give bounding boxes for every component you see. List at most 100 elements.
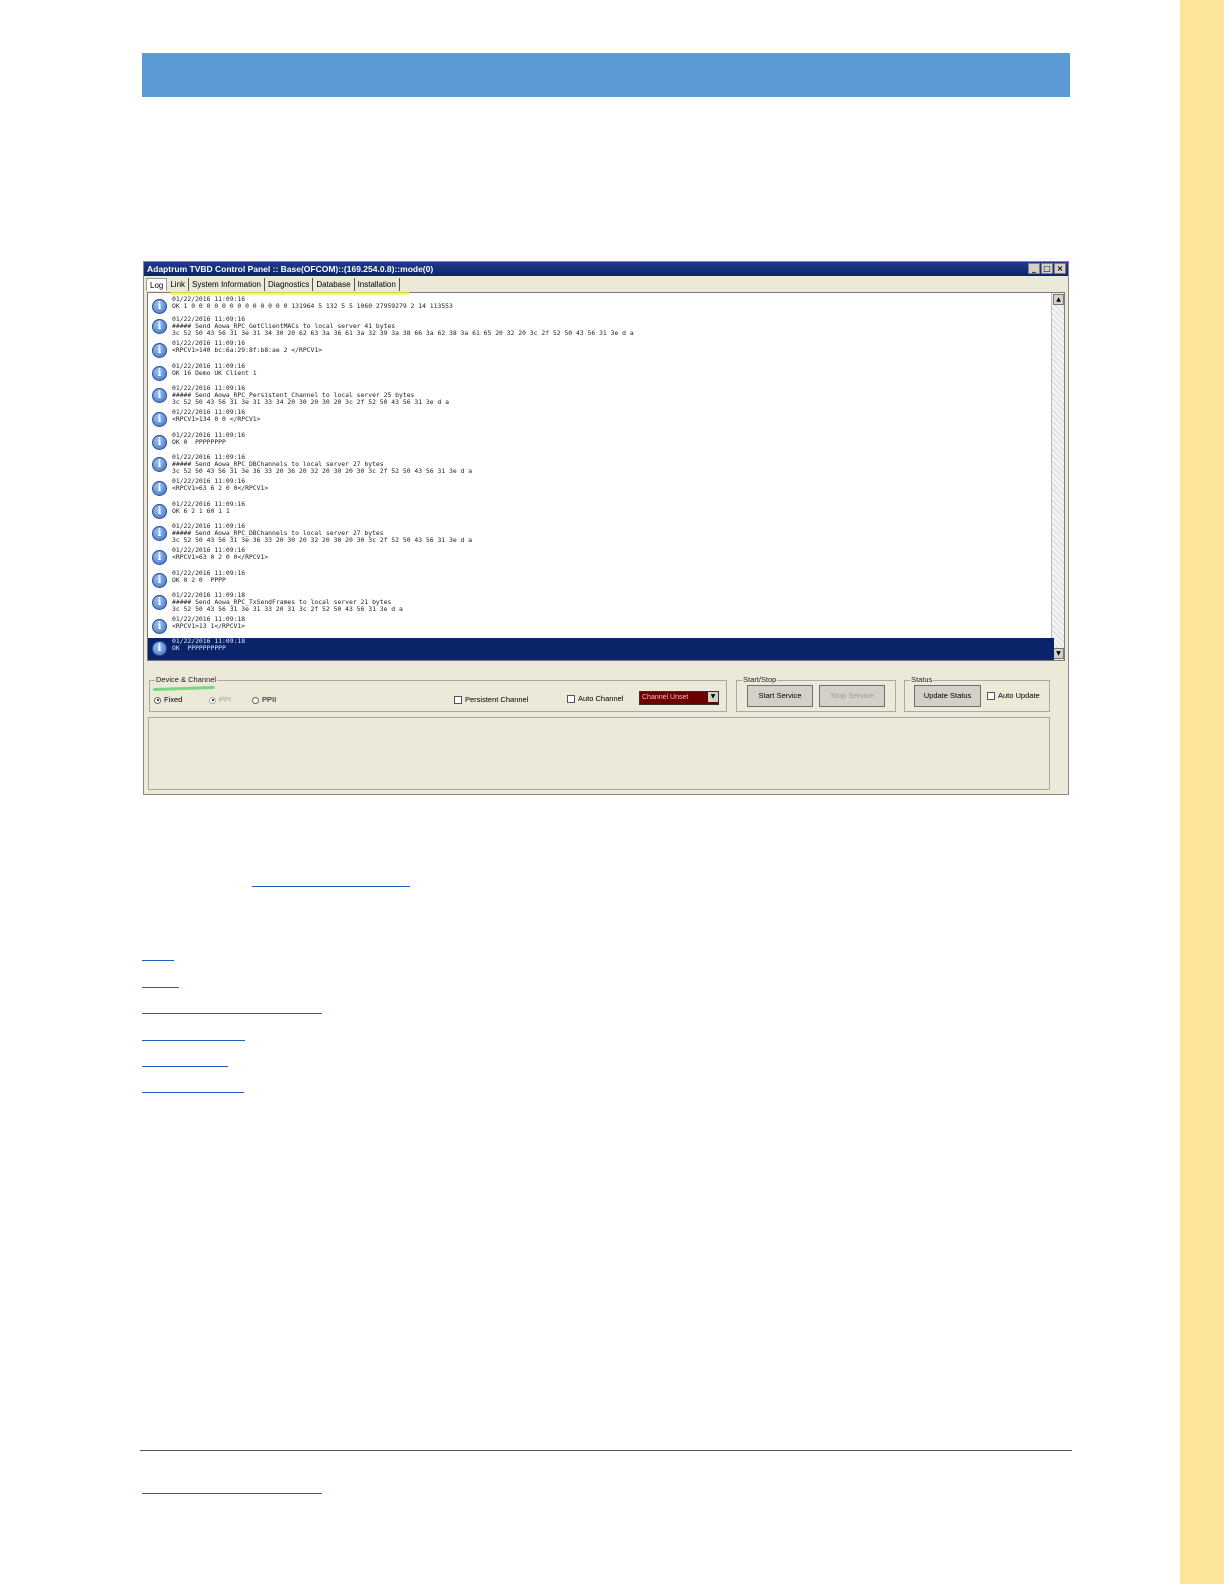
- scroll-up-icon[interactable]: ▲: [1053, 294, 1064, 305]
- tab-log[interactable]: Log: [146, 278, 168, 291]
- log-entry[interactable]: i 01/22/2016 11:09:18 OK PPPPPPPPPP: [148, 638, 1054, 660]
- log-entry-text: 01/22/2016 11:09:16 ##### Send Aowa_RPC_D…: [172, 454, 472, 475]
- info-icon: i: [152, 412, 167, 427]
- status-legend: Status: [910, 675, 934, 685]
- log-entry-text: 01/22/2016 11:09:16 <RPCV1>140 bc:6a:29:8…: [172, 340, 322, 354]
- channel-select-value: Channel Unset: [642, 694, 689, 701]
- link-underline[interactable]: [142, 1040, 245, 1041]
- log-entry[interactable]: i 01/22/2016 11:09:16 ##### Send Aowa_RPC_…: [152, 385, 1054, 407]
- radio-ppi-label: PPI: [219, 695, 232, 704]
- info-icon: i: [152, 481, 167, 496]
- start-service-button[interactable]: Start Service: [747, 685, 813, 707]
- info-icon: i: [152, 550, 167, 565]
- info-icon: i: [152, 573, 167, 588]
- log-line: 3c 52 50 43 56 31 3e 36 33 20 30 20 32 2…: [172, 536, 473, 544]
- info-icon: i: [152, 457, 167, 472]
- link-underline[interactable]: [142, 1092, 244, 1093]
- info-icon: i: [152, 504, 167, 519]
- log-entry[interactable]: i 01/22/2016 11:09:16 <RPCV1>63 0 2 0 0</R…: [152, 547, 1054, 569]
- tab-diagnostics[interactable]: Diagnostics: [265, 278, 314, 291]
- device-channel-legend: Device & Channel: [155, 675, 218, 685]
- link-underline[interactable]: [142, 1066, 228, 1067]
- chevron-down-icon[interactable]: ▼: [708, 692, 718, 702]
- log-entry[interactable]: i 01/22/2016 11:09:16 <RPCV1>63 6 2 0 0</R…: [152, 478, 1054, 500]
- auto-update-checkbox[interactable]: Auto Update: [987, 691, 1040, 701]
- log-entry[interactable]: i 01/22/2016 11:09:16 OK 6 2 1 60 1 1: [152, 501, 1054, 523]
- link-underline[interactable]: [142, 987, 179, 988]
- log-entry[interactable]: i 01/22/2016 11:09:16 OK 0 2 0 PPPP: [152, 570, 1054, 592]
- log-entry[interactable]: i 01/22/2016 11:09:16 ##### Send Aowa_RPC_…: [152, 523, 1054, 545]
- log-line: OK 16 Demo UK Client 1: [172, 369, 257, 377]
- log-line: 3c 52 50 43 56 31 3e 36 33 20 36 20 32 2…: [172, 467, 473, 475]
- radio-ppii[interactable]: PPII: [252, 695, 276, 704]
- log-line: <RPCV1>13 1</RPCV1>: [172, 622, 246, 630]
- log-entry-text: 01/22/2016 11:09:16 <RPCV1>63 6 2 0 0</RP…: [172, 478, 268, 492]
- tab-installation[interactable]: Installation: [355, 278, 400, 291]
- log-entry-text: 01/22/2016 11:09:16 ##### Send Aowa_RPC_D…: [172, 523, 472, 544]
- status-output-box: [148, 717, 1050, 790]
- update-status-button[interactable]: Update Status: [914, 685, 981, 707]
- persistent-channel-checkbox[interactable]: Persistent Channel: [454, 695, 529, 705]
- close-button[interactable]: ×: [1054, 263, 1066, 274]
- link-underline[interactable]: [252, 886, 410, 887]
- log-entry[interactable]: i 01/22/2016 11:09:16 OK 0 PPPPPPPP: [152, 432, 1054, 454]
- log-entry-text: 01/22/2016 11:09:16 <RPCV1>134 0 0 </RPCV…: [172, 409, 261, 423]
- log-entry[interactable]: i 01/22/2016 11:09:16 ##### Send Aowa_RPC_…: [152, 316, 1054, 338]
- log-line: 3c 52 50 43 56 31 3e 31 33 20 31 3c 2f 5…: [172, 605, 403, 613]
- info-icon: i: [152, 619, 167, 634]
- log-entry-text: 01/22/2016 11:09:16 OK 0 PPPPPPPP: [172, 432, 245, 446]
- radio-ppii-label: PPII: [262, 695, 277, 704]
- log-entry-text: 01/22/2016 11:09:16 OK 6 2 1 60 1 1: [172, 501, 245, 515]
- link-underline[interactable]: [142, 960, 174, 961]
- control-panel-window: Adaptrum TVBD Control Panel :: Base(OFCO…: [143, 261, 1069, 795]
- footer-link-underline[interactable]: [142, 1493, 322, 1494]
- log-entry-text: 01/22/2016 11:09:16 OK 1 0 0 0 0 0 0 0 0 …: [172, 296, 453, 310]
- log-entry-text: 01/22/2016 11:09:18 <RPCV1>13 1</RPCV1>: [172, 616, 245, 630]
- scroll-down-icon[interactable]: ▼: [1053, 648, 1064, 659]
- channel-select[interactable]: Channel Unset ▼: [639, 691, 719, 705]
- log-line: <RPCV1>63 0 2 0 0</RPCV1>: [172, 553, 269, 561]
- tab-system-information[interactable]: System Information: [189, 278, 265, 291]
- auto-channel-label: Auto Channel: [578, 694, 624, 703]
- log-entry[interactable]: i 01/22/2016 11:09:16 OK 16 Demo UK Client…: [152, 363, 1054, 385]
- checkbox-icon: [567, 695, 575, 704]
- log-entry-text: 01/22/2016 11:09:16 <RPCV1>63 0 2 0 0</RP…: [172, 547, 268, 561]
- auto-channel-checkbox[interactable]: Auto Channel: [567, 694, 624, 704]
- log-entry[interactable]: i 01/22/2016 11:09:16 <RPCV1>134 0 0 </RPC…: [152, 409, 1054, 431]
- stop-service-button[interactable]: Stop Service: [819, 685, 885, 707]
- radio-fixed[interactable]: Fixed: [154, 695, 182, 704]
- tab-bar: Log Link System Information Diagnostics …: [146, 278, 400, 291]
- footer-rule: [140, 1450, 1072, 1451]
- log-list[interactable]: ▲ ▼ i 01/22/2016 11:09:16 OK 1 0 0 0 0 0 0…: [147, 292, 1065, 661]
- window-titlebar: Adaptrum TVBD Control Panel :: Base(OFCO…: [144, 262, 1068, 276]
- tab-link[interactable]: Link: [167, 278, 190, 291]
- checkbox-icon: [454, 696, 462, 705]
- minimize-button[interactable]: _: [1028, 263, 1040, 274]
- log-entry[interactable]: i 01/22/2016 11:09:16 OK 1 0 0 0 0 0 0 0 0…: [152, 296, 1054, 318]
- log-entry[interactable]: i 01/22/2016 11:09:18 <RPCV1>13 1</RPCV1>: [152, 616, 1054, 638]
- header-band: [142, 53, 1070, 97]
- radio-ppi[interactable]: PPI: [209, 695, 231, 704]
- info-icon: i: [152, 388, 167, 403]
- log-entry-text: 01/22/2016 11:09:16 ##### Send Aowa_RPC_P…: [172, 385, 449, 406]
- log-entry[interactable]: i 01/22/2016 11:09:18 ##### Send Aowa_RPC_…: [152, 592, 1054, 614]
- log-line: OK PPPPPPPPPP: [172, 644, 226, 652]
- info-icon: i: [152, 435, 167, 450]
- link-underline[interactable]: [142, 1013, 322, 1014]
- yellow-highlight-mark: [170, 292, 410, 295]
- log-entry[interactable]: i 01/22/2016 11:09:16 <RPCV1>140 bc:6a:29:…: [152, 340, 1054, 362]
- persistent-channel-label: Persistent Channel: [465, 695, 529, 704]
- tab-database[interactable]: Database: [313, 278, 355, 291]
- log-line: <RPCV1>140 bc:6a:29:8f:b8:ae 2 </RPCV1>: [172, 346, 323, 354]
- log-line: OK 0 2 0 PPPP: [172, 576, 226, 584]
- maximize-button[interactable]: □: [1041, 263, 1053, 274]
- radio-fixed-icon: [154, 696, 161, 704]
- info-icon: i: [152, 299, 167, 314]
- info-icon: i: [152, 343, 167, 358]
- log-entry[interactable]: i 01/22/2016 11:09:16 ##### Send Aowa_RPC_…: [152, 454, 1054, 476]
- auto-update-label: Auto Update: [998, 691, 1040, 700]
- side-bar: [1180, 0, 1224, 1584]
- info-icon: i: [152, 641, 167, 656]
- info-icon: i: [152, 319, 167, 334]
- radio-fixed-label: Fixed: [164, 695, 183, 704]
